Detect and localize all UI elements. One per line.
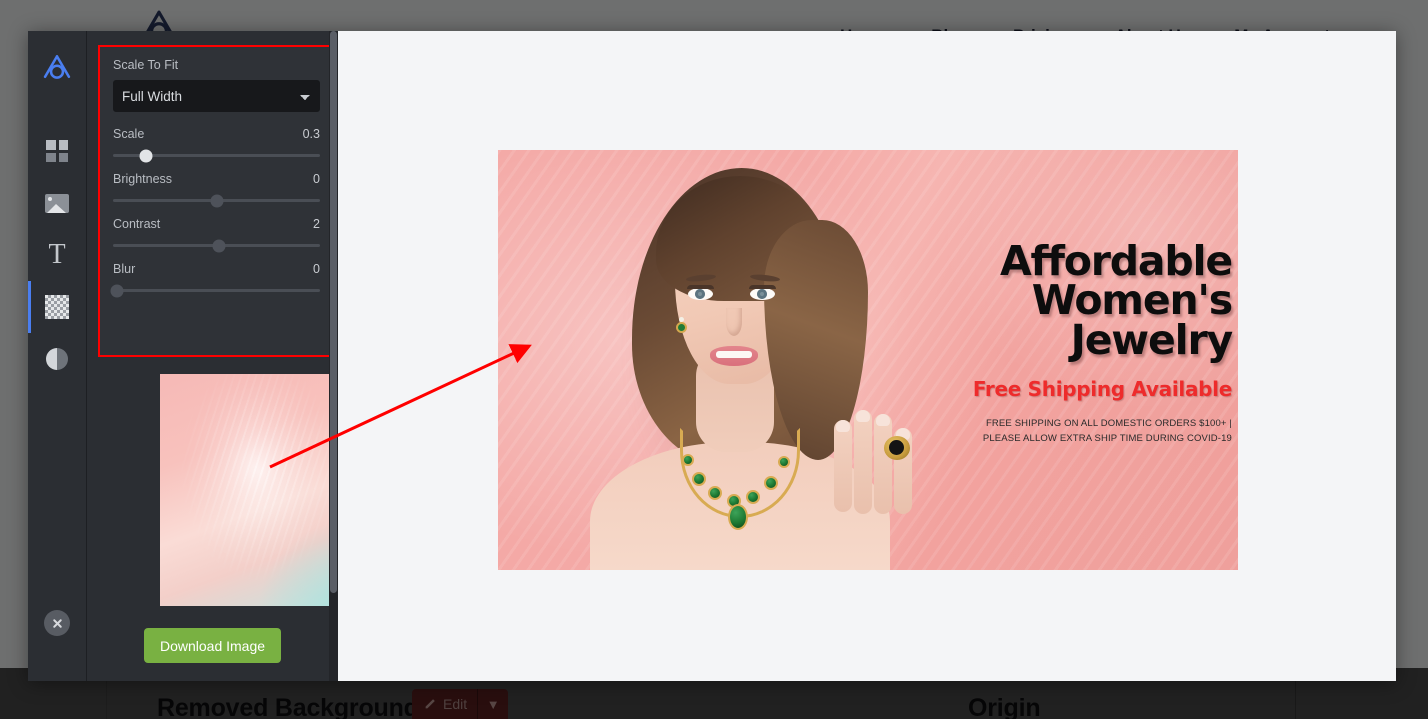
scale-to-fit-label: Scale To Fit [113, 58, 179, 72]
editor-controls-panel: Scale To Fit Full Width Scale 0.3 Bright… [86, 31, 338, 681]
checker-icon [45, 295, 69, 319]
slider-contrast-value: 2 [313, 217, 320, 231]
slider-brightness-label: Brightness [113, 172, 173, 186]
adjustments-highlight-box: Scale To Fit Full Width Scale 0.3 Bright… [98, 45, 335, 357]
sidebar-item-image[interactable] [28, 177, 86, 229]
scale-to-fit-select[interactable]: Full Width [113, 80, 320, 112]
editor-canvas[interactable]: Affordable Women's Jewelry Free Shipping… [338, 31, 1396, 681]
sidebar-item-templates[interactable] [28, 125, 86, 177]
banner-headline: Affordable Women's Jewelry [902, 240, 1234, 364]
controls-scroll-area: Scale To Fit Full Width Scale 0.3 Bright… [87, 31, 338, 681]
slider-contrast-track[interactable] [113, 239, 320, 252]
slider-scale-label: Scale [113, 127, 145, 141]
banner-fine-print: FREE SHIPPING ON ALL DOMESTIC ORDERS $10… [902, 417, 1232, 446]
slider-brightness-value: 0 [313, 172, 320, 186]
slider-brightness-thumb[interactable] [210, 194, 223, 207]
download-button-wrap: Download Image [87, 628, 338, 663]
banner-subheadline: Free Shipping Available [972, 377, 1232, 402]
download-image-button[interactable]: Download Image [143, 628, 282, 663]
text-icon: T [48, 239, 66, 270]
controls-scrollbar-thumb[interactable] [330, 31, 337, 593]
slider-blur-value: 0 [313, 262, 320, 276]
sidebar-item-text[interactable]: T [28, 229, 86, 281]
slider-blur-label: Blur [113, 262, 136, 276]
slider-contrast-label: Contrast [113, 217, 161, 231]
slider-scale-track[interactable] [113, 149, 320, 162]
sidebar-item-background[interactable] [28, 281, 86, 333]
banner-artboard[interactable]: Affordable Women's Jewelry Free Shipping… [498, 150, 1238, 570]
app-logo-icon [40, 53, 74, 83]
editor-tool-rail: T [28, 31, 86, 681]
slider-blur-thumb[interactable] [110, 284, 124, 297]
banner-fine-print-line-2: PLEASE ALLOW EXTRA SHIP TIME DURING COVI… [982, 432, 1232, 444]
slider-brightness-track[interactable] [113, 194, 320, 207]
slider-contrast-thumb[interactable] [212, 239, 226, 252]
slider-scale-value: 0.3 [302, 127, 320, 141]
close-editor-button[interactable] [44, 610, 70, 636]
banner-headline-line-2: Women's [1031, 276, 1233, 325]
half-circle-icon [46, 348, 68, 370]
grid-icon [46, 140, 68, 162]
slider-blur: Blur 0 [110, 262, 320, 297]
editor-tool-list: T [28, 125, 86, 385]
slider-contrast: Contrast 2 [113, 217, 320, 252]
slider-scale-thumb[interactable] [139, 149, 153, 162]
slider-brightness: Brightness 0 [113, 172, 320, 207]
banner-text-block: Affordable Women's Jewelry Free Shipping… [902, 240, 1234, 447]
controls-scrollbar[interactable] [329, 31, 338, 681]
earring-icon [676, 317, 687, 333]
slider-scale: Scale 0.3 [113, 127, 320, 162]
close-icon [52, 618, 62, 628]
necklace [680, 428, 800, 530]
sidebar-item-adjust[interactable] [28, 333, 86, 385]
background-thumbnail-preview[interactable] [160, 374, 338, 606]
image-editor-modal: T Scale To Fit Full Width Scale 0.3 Brig… [28, 31, 1396, 681]
model-photo [528, 150, 928, 570]
banner-fine-print-line-1: FREE SHIPPING ON ALL DOMESTIC ORDERS $10… [985, 418, 1232, 430]
screen-root: Home Blog Pricing About Us My Account Re… [0, 0, 1428, 719]
image-icon [45, 193, 69, 213]
slider-blur-track[interactable] [110, 284, 320, 297]
banner-headline-line-3: Jewelry [1070, 315, 1234, 364]
